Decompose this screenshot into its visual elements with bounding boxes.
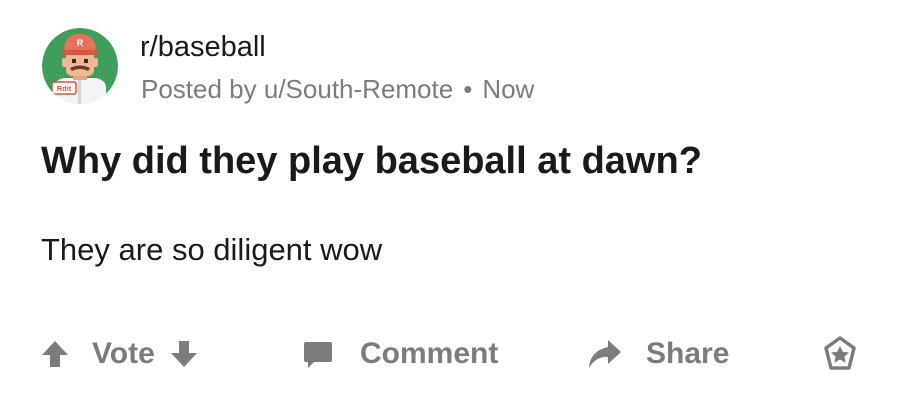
share-button[interactable]: Share — [586, 330, 729, 378]
cap-letter: R — [77, 38, 84, 48]
meta-separator: • — [463, 74, 473, 104]
upvote-arrow-icon[interactable] — [40, 339, 70, 369]
comment-button[interactable]: Comment — [302, 330, 498, 378]
subreddit-avatar[interactable]: R Rdit — [42, 28, 118, 104]
author-link[interactable]: u/South-Remote — [264, 74, 453, 104]
comment-label: Comment — [360, 337, 499, 370]
award-button[interactable] — [822, 330, 858, 378]
downvote-arrow-icon[interactable] — [169, 339, 199, 369]
vote-label: Vote — [92, 337, 155, 370]
avatar-badge-text: Rdit — [57, 84, 72, 93]
posted-by-prefix: Posted by — [141, 74, 257, 104]
post-action-bar: Vote Comment Share — [0, 330, 900, 378]
post-body: They are so diligent wow — [41, 232, 383, 267]
award-icon — [822, 336, 858, 372]
post-time: Now — [482, 74, 535, 104]
baseball-player-avatar-icon: R Rdit — [42, 28, 118, 104]
vote-group: Vote — [40, 330, 199, 378]
subreddit-name[interactable]: r/baseball — [140, 30, 266, 64]
share-arrow-icon — [586, 338, 622, 370]
share-label: Share — [646, 337, 730, 370]
post-card: R Rdit r/baseball Posted by u/South-Remo… — [0, 0, 900, 402]
post-meta: Posted by u/South-Remote • Now — [141, 74, 534, 104]
comment-bubble-icon — [302, 338, 334, 370]
post-title[interactable]: Why did they play baseball at dawn? — [41, 138, 702, 184]
